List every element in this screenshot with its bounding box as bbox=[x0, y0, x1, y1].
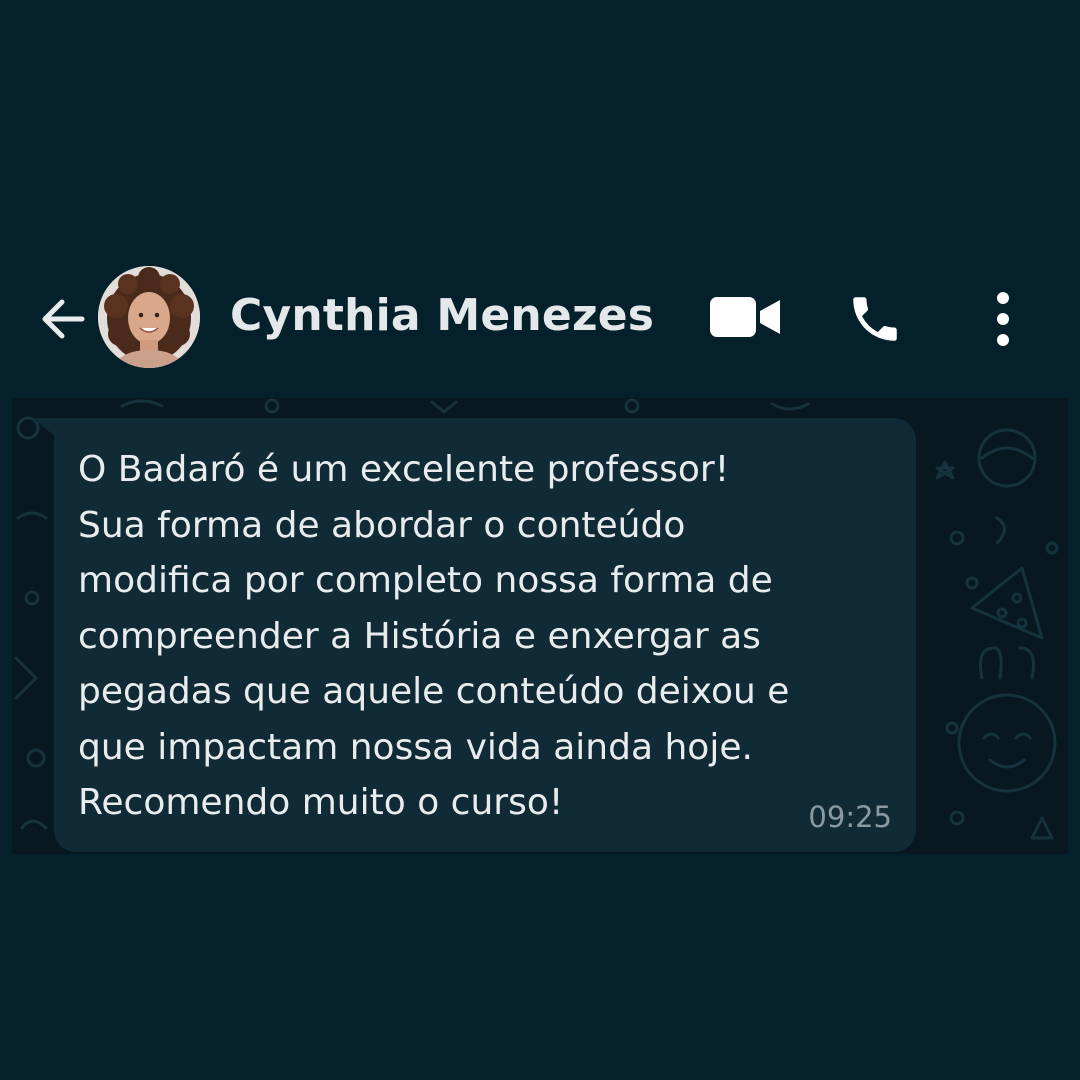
arrow-left-icon bbox=[42, 299, 85, 339]
message-line: compreender a História e enxergar as bbox=[78, 615, 761, 657]
chat-area: O Badaró é um excelente professor! Sua f… bbox=[12, 398, 1068, 854]
chat-screen: Cynthia Menezes O Badaró é um excelente … bbox=[0, 0, 1080, 1080]
message-line: modifica por completo nossa forma de bbox=[78, 560, 773, 601]
video-camera-icon bbox=[710, 297, 780, 337]
more-vertical-icon bbox=[997, 292, 1009, 346]
contact-name[interactable]: Cynthia Menezes bbox=[230, 290, 654, 341]
message-line: Sua forma de abordar o conteúdo bbox=[78, 504, 686, 546]
message-timestamp: 09:25 bbox=[808, 800, 892, 834]
message-line: pegadas que aquele conteúdo deixou e bbox=[78, 671, 790, 712]
avatar[interactable] bbox=[98, 266, 200, 368]
chat-header: Cynthia Menezes bbox=[0, 262, 1080, 374]
message-line: Recomendo muito o curso! bbox=[78, 782, 564, 823]
message-line: O Badaró é um excelente professor! bbox=[78, 449, 730, 490]
voice-call-button[interactable] bbox=[846, 290, 904, 348]
back-button[interactable] bbox=[34, 290, 92, 348]
message-text: O Badaró é um excelente professor! Sua f… bbox=[78, 442, 898, 831]
video-call-button[interactable] bbox=[708, 294, 782, 340]
more-options-button[interactable] bbox=[986, 290, 1020, 348]
phone-icon bbox=[853, 297, 897, 341]
contact-photo bbox=[98, 266, 200, 368]
message-bubble[interactable]: O Badaró é um excelente professor! Sua f… bbox=[54, 418, 916, 852]
message-line: que impactam nossa vida ainda hoje. bbox=[78, 726, 753, 768]
